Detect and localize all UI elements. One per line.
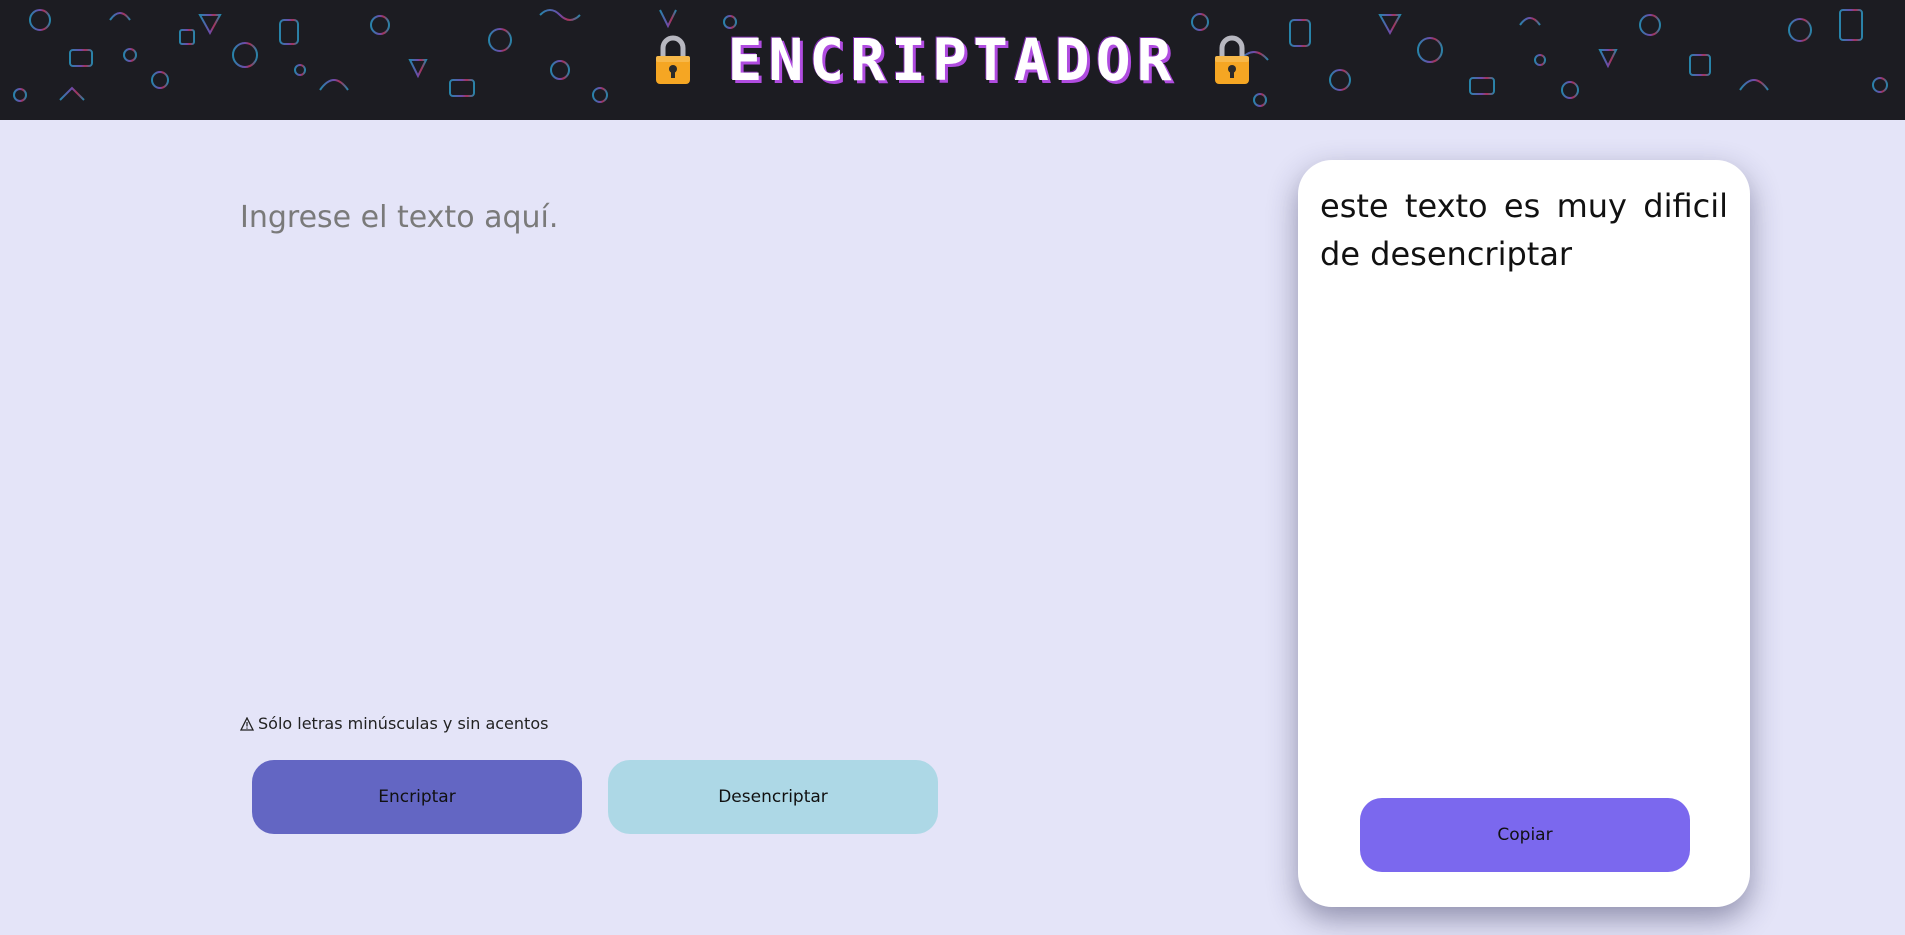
copy-button[interactable]: Copiar (1360, 798, 1690, 872)
decrypt-button[interactable]: Desencriptar (608, 760, 938, 834)
app-title: ENCRIPTADOR (727, 26, 1178, 94)
output-text: este texto es muy dificil de desencripta… (1320, 187, 1728, 273)
warning-icon (240, 716, 254, 731)
encrypt-button[interactable]: Encriptar (252, 760, 582, 834)
output-card: este texto es muy dificil de desencripta… (1298, 160, 1750, 907)
title-group: ENCRIPTADOR (0, 0, 1905, 120)
text-input[interactable] (240, 200, 1000, 680)
app-header: ENCRIPTADOR (0, 0, 1905, 120)
lock-icon (1214, 35, 1249, 84)
lock-icon (656, 35, 691, 84)
warning-text: Sólo letras minúsculas y sin acentos (258, 714, 549, 733)
input-warning: Sólo letras minúsculas y sin acentos (240, 714, 548, 733)
